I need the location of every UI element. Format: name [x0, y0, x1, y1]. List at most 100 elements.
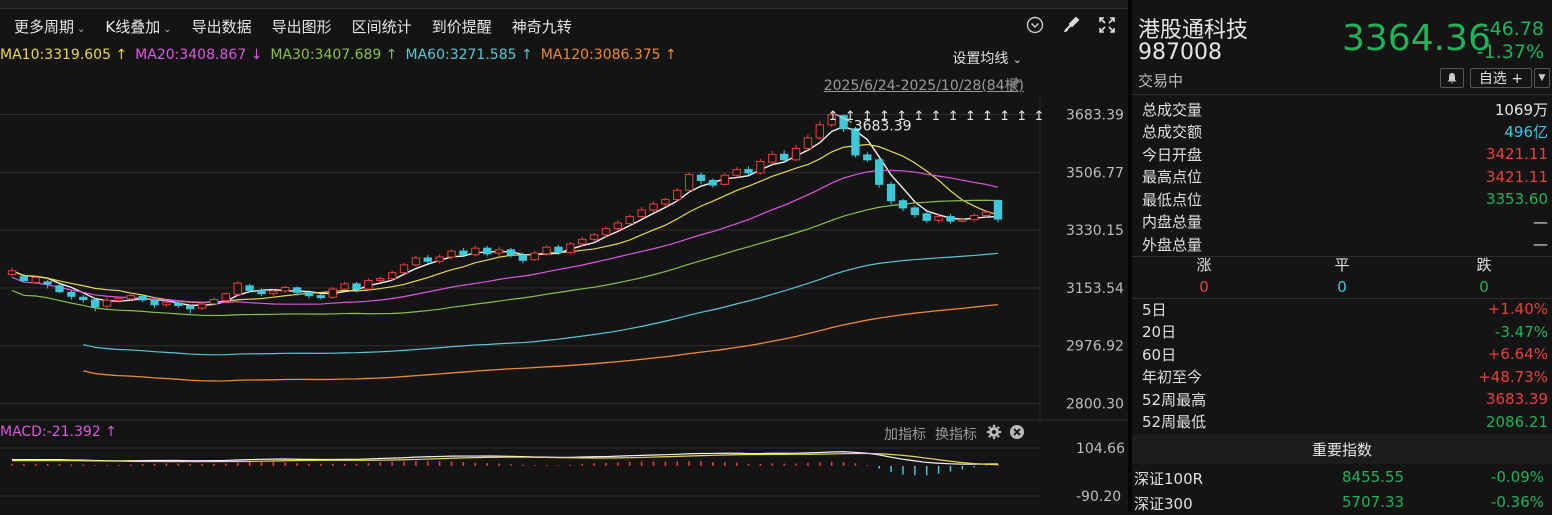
ma-value: MA60:3271.585 ↑ — [405, 47, 533, 63]
candle-body — [958, 219, 967, 222]
candle-body — [863, 154, 872, 161]
pin-icon[interactable] — [1008, 76, 1022, 94]
y-tick-label: 3506.77 — [1066, 165, 1124, 181]
toolbar-item-label: 到价提醒 — [431, 17, 492, 36]
toolbar-item[interactable]: 区间统计 — [352, 16, 412, 37]
candle-body — [494, 249, 504, 254]
add-indicator-button[interactable]: 加指标 — [884, 424, 926, 444]
dif-line — [12, 451, 999, 465]
ma-settings-button[interactable]: 设置均线 ⌄ — [952, 48, 1022, 68]
chevron-down-icon: ⌄ — [77, 23, 86, 35]
candle-body — [43, 281, 52, 285]
chart-toolbar: 更多周期 ⌄ K线叠加 ⌄ 导出数据 导出图形 区间统计 到价提醒 神奇九转 — [0, 10, 592, 42]
toolbar-item[interactable]: 到价提醒 — [432, 16, 492, 37]
toolbar-item-label: 导出数据 — [191, 17, 252, 36]
collapse-icon[interactable] — [1024, 14, 1046, 36]
candle-body — [589, 234, 599, 240]
candle-body — [292, 287, 302, 293]
candle-body — [233, 282, 242, 295]
candle-body — [31, 277, 40, 284]
y-tick-label: 3683.39 — [1066, 108, 1124, 124]
candle-body — [423, 257, 432, 262]
ma-settings-label: 设置均线 — [952, 51, 1009, 67]
stat-value: — — [1533, 212, 1548, 231]
up-arrow-icon: ↥ — [948, 109, 959, 124]
chevron-down-icon: ⌄ — [163, 23, 172, 35]
candle-body — [934, 215, 943, 221]
candle-body — [803, 137, 813, 149]
index-row[interactable]: 深证300 5707.33 -0.36% — [1132, 491, 1552, 515]
candle-body — [257, 289, 266, 295]
candle-body — [138, 295, 147, 301]
period-value: -3.47% — [1494, 322, 1548, 341]
ma5-line — [11, 125, 999, 306]
period-label: 52周最高 — [1142, 390, 1207, 409]
ma-value: MA120:3086.375 ↑ — [540, 47, 677, 63]
candle-body — [7, 270, 17, 275]
up-arrow-icon: ↥ — [896, 109, 907, 124]
candle-body — [578, 238, 587, 245]
up-arrow-icon: ↥ — [1017, 109, 1028, 124]
brush-icon[interactable] — [1060, 14, 1082, 36]
candle-body — [637, 209, 646, 217]
price-change-pct: -1.37% — [1476, 41, 1544, 63]
kline-chart-area[interactable]: 更多周期 ⌄ K线叠加 ⌄ 导出数据 导出图形 区间统计 到价提醒 神奇九转 MA10:3319… — [0, 0, 1128, 512]
up-arrow-icon: ↥ — [845, 109, 856, 124]
candle-body — [922, 213, 931, 221]
candle-body — [55, 285, 64, 293]
period-value: 2086.21 — [1485, 412, 1548, 431]
candle-body — [673, 189, 682, 200]
candle-body — [197, 303, 207, 309]
candle-body — [340, 283, 349, 290]
gear-icon[interactable] — [986, 424, 1002, 444]
stat-value: 3421.11 — [1485, 167, 1548, 186]
candle-body — [661, 198, 670, 205]
toolbar-item[interactable]: K线叠加 ⌄ — [105, 16, 171, 37]
y-tick-label: 2976.92 — [1066, 339, 1124, 355]
period-value: +6.64% — [1487, 345, 1548, 363]
stat-value: 496亿 — [1504, 123, 1548, 141]
toolbar-item[interactable]: 更多周期 ⌄ — [14, 16, 85, 37]
up-arrow-icon: ↥ — [931, 109, 942, 124]
add-watchlist-button[interactable]: 自选 + — [1470, 68, 1532, 88]
y-tick-label: 2800.30 — [1066, 397, 1124, 413]
stat-value: 3353.60 — [1485, 190, 1548, 208]
candle-body — [102, 299, 112, 307]
candle-body — [399, 264, 409, 274]
period-row: 年初至今 +48.73% — [1142, 366, 1548, 388]
candle-body — [435, 256, 444, 262]
toolbar-item[interactable]: 神奇九转 — [512, 16, 572, 37]
chevron-down-icon[interactable]: ▼ — [1534, 68, 1550, 88]
date-range-label[interactable]: 2025/6/24-2025/10/28(84根) — [824, 75, 1024, 95]
close-icon[interactable] — [1009, 424, 1025, 444]
high-marker-label: 3683.39 — [854, 118, 912, 134]
candle-body — [162, 301, 171, 306]
toolbar-item[interactable]: 导出图形 — [272, 16, 332, 37]
candle-body — [886, 183, 896, 202]
period-row: 52周最低 2086.21 — [1142, 411, 1548, 433]
candle-body — [898, 200, 908, 209]
switch-indicator-button[interactable]: 换指标 — [935, 424, 977, 444]
candle-body — [613, 222, 623, 230]
ma-line — [83, 252, 999, 356]
candle-body — [281, 286, 290, 292]
dea-line — [12, 452, 999, 466]
candle-body — [875, 159, 884, 185]
period-row: 52周最高 3683.39 — [1142, 388, 1548, 410]
candle-body — [684, 174, 694, 191]
index-price: 8455.55 — [1342, 468, 1405, 486]
toolbar-item[interactable]: 导出数据 — [192, 16, 252, 37]
down-count: 0 — [1479, 278, 1489, 296]
ma-value: MA30:3407.689 ↑ — [270, 47, 398, 63]
candle-body — [471, 247, 480, 256]
bell-icon[interactable] — [1440, 68, 1464, 88]
up-arrow-icon: ↥ — [965, 109, 976, 124]
stat-label: 今日开盘 — [1142, 145, 1203, 164]
stat-row: 内盘总量 — — [1142, 211, 1548, 233]
candle-body — [970, 214, 979, 221]
period-label: 52周最低 — [1142, 413, 1207, 431]
toolbar-item-label: 更多周期 — [14, 17, 75, 36]
stat-value: — — [1533, 235, 1548, 253]
fullscreen-icon[interactable] — [1096, 14, 1118, 36]
index-row[interactable]: 深证100R 8455.55 -0.09% — [1132, 466, 1552, 490]
